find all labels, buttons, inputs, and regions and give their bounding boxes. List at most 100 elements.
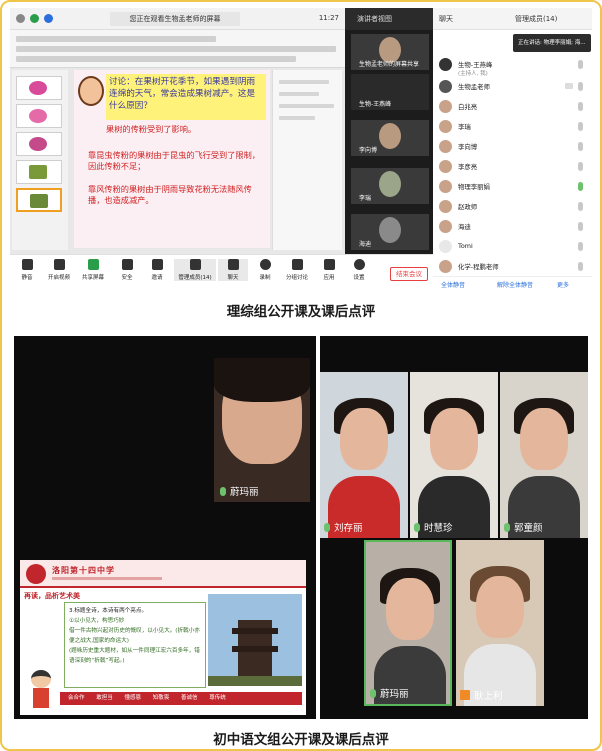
avatar-icon xyxy=(460,690,470,700)
video-tile[interactable]: 海迪 xyxy=(351,214,429,250)
slide-header: 洛阳第十四中学 xyxy=(20,560,306,588)
microphone-icon xyxy=(21,259,33,270)
caption-bottom: 初中语文组公开课及课后点评 xyxy=(213,732,389,748)
shield-icon xyxy=(121,259,133,270)
document-toolbar xyxy=(10,30,345,68)
participant-row[interactable]: 海迪 xyxy=(439,218,587,236)
video-tile[interactable]: 耿上利 xyxy=(456,540,544,706)
chat-button[interactable]: 聊天 xyxy=(218,259,248,281)
info-icon[interactable] xyxy=(16,14,25,23)
slide-thumbnail[interactable] xyxy=(16,132,62,156)
participant-row[interactable]: 物理李丽娟 xyxy=(439,178,587,196)
apps-icon xyxy=(323,259,335,270)
manage-members-button[interactable]: 管理成员(14) xyxy=(174,259,216,281)
teacher-video-tile[interactable]: 蔚玛丽 xyxy=(214,358,310,502)
apps-button[interactable]: 应用 xyxy=(314,259,344,281)
participant-row[interactable]: 生物孟老师 xyxy=(439,78,587,96)
school-logo-icon xyxy=(26,564,46,584)
document-side-pane xyxy=(272,70,342,250)
panel-header: 聊天 管理成员(14) xyxy=(433,8,592,30)
more-button[interactable]: 更多 xyxy=(557,280,569,289)
current-slide: 讨论：在果树开花季节，如果遇到阴雨连绵的天气，常会造成果树减产。这是什么原因？ … xyxy=(74,70,270,248)
meeting-screenshot-bottom-left: 蔚玛丽 洛阳第十四中学 再读，品析艺术美 3.标题全诗，本诗有两个亮点。 ①以小… xyxy=(14,336,316,719)
shield-icon[interactable] xyxy=(30,14,39,23)
video-tile[interactable]: 生物孟老师的屏幕共享 xyxy=(351,34,429,70)
signal-icon[interactable] xyxy=(44,14,53,23)
record-button[interactable]: 录制 xyxy=(250,259,280,281)
settings-button[interactable]: 设置 xyxy=(344,259,374,281)
shared-slide: 洛阳第十四中学 再读，品析艺术美 3.标题全诗，本诗有两个亮点。 ①以小见大，构… xyxy=(20,560,306,715)
slide-answer-3: 靠风传粉的果树由于阴雨导致花粉无法随风传播，也造成减产。 xyxy=(88,184,252,205)
meeting-toolbar: 静音 开启视频 共享屏幕 安全 邀请 管理成员(14) 聊天 录制 分组讨论 应… xyxy=(10,254,433,291)
chat-tab[interactable]: 聊天 xyxy=(439,14,453,24)
participant-name-label: 蔚玛丽 xyxy=(220,484,259,498)
cartoon-student-icon xyxy=(78,76,104,106)
caption-top: 理综组公开课及课后点评 xyxy=(226,304,376,320)
participant-row[interactable]: Tomi xyxy=(439,238,587,256)
participant-name-label: 蔚玛丽 xyxy=(370,686,409,700)
panel-footer: 全体静音 解除全体静音 更多 xyxy=(433,276,592,291)
security-button[interactable]: 安全 xyxy=(112,259,142,281)
slide-thumbnail[interactable] xyxy=(16,76,62,100)
participant-row[interactable]: 李向博 xyxy=(439,138,587,156)
participant-name-label: 刘存丽 xyxy=(324,520,363,534)
slide-thumbnails[interactable] xyxy=(12,70,68,250)
record-icon xyxy=(259,259,271,270)
breakout-icon xyxy=(291,259,303,270)
slide-answer-1: 果树的传粉受到了影响。 xyxy=(106,124,197,134)
camera-icon xyxy=(53,259,65,270)
video-tile[interactable]: 时慧珍 xyxy=(410,372,498,538)
video-tile[interactable]: 生物-王燕峰 xyxy=(351,74,429,110)
video-tile[interactable]: 郭童颜 xyxy=(500,372,588,538)
meeting-time: 11:27 xyxy=(318,14,339,22)
participant-row[interactable]: 赵政师 xyxy=(439,198,587,216)
speaker-view-column: 演讲者视图 生物孟老师的屏幕共享 生物-王燕峰 李向博 李瑞 海迪 xyxy=(345,8,433,278)
participant-row[interactable]: 李彦亮 xyxy=(439,158,587,176)
members-icon xyxy=(189,259,201,270)
participants-tab[interactable]: 管理成员(14) xyxy=(515,14,557,24)
chat-icon xyxy=(227,259,239,270)
slide-question: 讨论：在果树开花季节，如果遇到阴雨连绵的天气，常会造成果树减产。这是什么原因？ xyxy=(106,74,266,120)
participants-panel: 聊天 管理成员(14) 正在讲话: 物理李丽娟; 海... 生物-王燕峰 (主持… xyxy=(433,8,592,291)
participant-row[interactable]: 李瑞 xyxy=(439,118,587,136)
gear-icon xyxy=(353,259,365,270)
breakout-button[interactable]: 分组讨论 xyxy=(282,259,312,281)
microphone-icon xyxy=(220,487,226,496)
slide-answer-2: 靠昆虫传粉的果树由于昆虫的飞行受到了限制，因此传粉不足； xyxy=(88,150,260,171)
shared-screen: 讨论：在果树开花季节，如果遇到阴雨连绵的天气，常会造成果树减产。这是什么原因？ … xyxy=(10,30,345,276)
invite-button[interactable]: 邀请 xyxy=(142,259,172,281)
school-name: 洛阳第十四中学 xyxy=(52,566,115,575)
video-tile[interactable]: 李瑞 xyxy=(351,168,429,204)
mute-all-button[interactable]: 全体静音 xyxy=(441,280,465,289)
participant-row[interactable]: 白兆亮 xyxy=(439,98,587,116)
slide-section-title: 再读，品析艺术美 xyxy=(24,592,80,600)
slide-body: 3.标题全诗，本诗有两个亮点。 ①以小见大，构思巧妙 借一件古物兴起对历史的慨叹… xyxy=(64,602,206,688)
cartoon-teacher-icon xyxy=(28,670,54,710)
mute-button[interactable]: 静音 xyxy=(12,259,42,281)
share-screen-icon xyxy=(87,259,99,270)
meeting-screenshot-bottom-right: 刘存丽 时慧珍 郭童颜 蔚玛丽 耿上利 xyxy=(320,336,588,719)
invite-icon xyxy=(151,259,163,270)
video-tile-active-speaker[interactable]: 蔚玛丽 xyxy=(364,540,452,706)
participant-name-label: 郭童颜 xyxy=(504,520,543,534)
speaking-indicator: 正在讲话: 物理李丽娟; 海... xyxy=(513,34,591,52)
window-title: 您正在观看生物孟老师的屏幕 xyxy=(110,12,240,26)
share-screen-button[interactable]: 共享屏幕 xyxy=(78,259,108,281)
unmute-all-button[interactable]: 解除全体静音 xyxy=(497,280,533,289)
participant-row[interactable]: 生物-王燕峰 (主持人, 我) xyxy=(439,56,587,77)
window-title-bar: 您正在观看生物孟老师的屏幕 11:27 xyxy=(10,8,345,30)
video-tile[interactable]: 李向博 xyxy=(351,120,429,156)
video-tile[interactable]: 刘存丽 xyxy=(320,372,408,538)
pagoda-photo xyxy=(208,594,302,686)
participant-row[interactable]: 化学-程鹏老师 xyxy=(439,258,587,276)
slide-thumbnail-active[interactable] xyxy=(16,188,62,212)
speaker-view-header[interactable]: 演讲者视图 xyxy=(345,8,433,30)
video-button[interactable]: 开启视频 xyxy=(44,259,74,281)
slide-thumbnail[interactable] xyxy=(16,160,62,184)
slide-footer: 会合作 敢担当 懂感恩 知敬畏 善诚信 尊传统 xyxy=(60,692,302,705)
participant-name-label: 时慧珍 xyxy=(414,520,453,534)
slide-thumbnail[interactable] xyxy=(16,104,62,128)
end-meeting-button[interactable]: 结束会议 xyxy=(390,267,428,281)
participant-name-label: 耿上利 xyxy=(460,688,503,702)
meeting-screenshot-top: 您正在观看生物孟老师的屏幕 11:27 讨论：在果树开花季节，如果遇到阴雨连绵的… xyxy=(10,8,592,291)
